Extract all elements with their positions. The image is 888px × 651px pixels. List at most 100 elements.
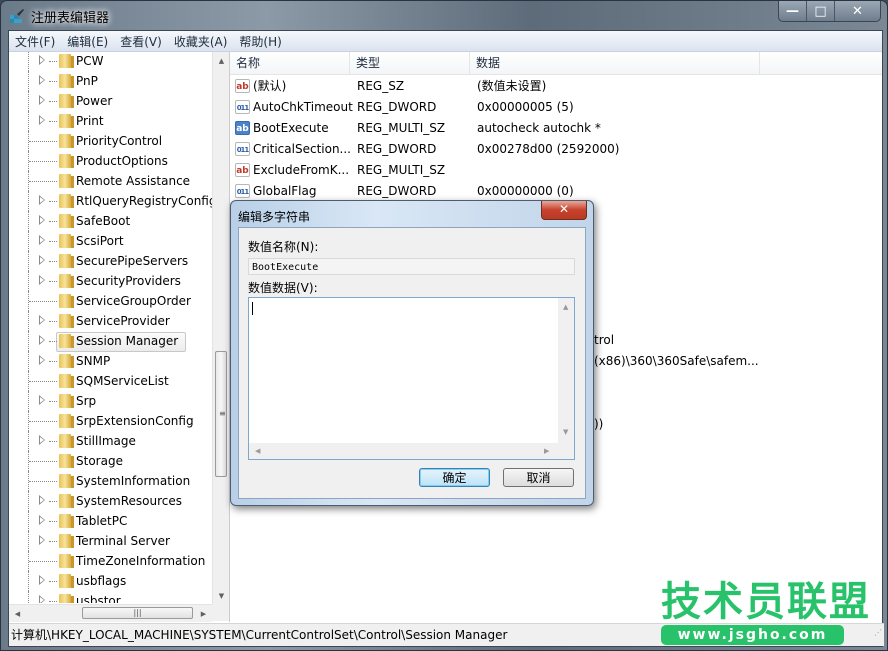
expand-arrow-icon[interactable] <box>39 75 45 85</box>
tree-line <box>49 101 57 102</box>
scroll-left-arrow-icon[interactable]: ◀ <box>9 605 26 622</box>
tree-item[interactable]: Power <box>9 91 212 111</box>
scroll-down-arrow-icon[interactable]: ▼ <box>563 428 568 436</box>
menu-view[interactable]: 查看(V) <box>114 33 168 50</box>
tree-item[interactable]: SecurityProviders <box>9 271 212 291</box>
value-row[interactable]: 011 GlobalFlag REG_DWORD 0x00000000 (0) <box>230 181 882 202</box>
value-row[interactable]: ab ExcludeFromK... REG_MULTI_SZ <box>230 160 882 181</box>
value-data-textarea[interactable]: ▲ ▼ ◀ ▶ <box>248 297 575 460</box>
tree-item-label: Srp <box>76 394 97 408</box>
tree-item[interactable]: ProductOptions <box>9 151 212 171</box>
tree-vertical-scroll-thumb[interactable]: ≡ <box>215 351 227 477</box>
expand-arrow-icon[interactable] <box>39 495 45 505</box>
cancel-button[interactable]: 取消 <box>503 468 574 487</box>
tree-item[interactable]: PriorityControl <box>9 131 212 151</box>
tree-item-label: RtlQueryRegistryConfig <box>76 194 212 208</box>
expand-arrow-icon[interactable] <box>39 335 45 345</box>
value-row[interactable]: ab (默认) REG_SZ (数值未设置) <box>230 76 882 97</box>
tree-item[interactable]: RtlQueryRegistryConfig <box>9 191 212 211</box>
folder-icon <box>59 394 74 408</box>
expand-arrow-icon[interactable] <box>39 355 45 365</box>
title-bar[interactable]: 注册表编辑器 — □ ✕ <box>1 1 887 29</box>
menu-file[interactable]: 文件(F) <box>9 33 61 50</box>
value-row[interactable]: 011 CriticalSection... REG_DWORD 0x00278d00… <box>230 139 882 160</box>
scroll-up-arrow-icon[interactable]: ▲ <box>213 52 229 69</box>
expand-arrow-icon[interactable] <box>39 435 45 445</box>
expand-arrow-icon[interactable] <box>39 275 45 285</box>
column-name[interactable]: 名称 <box>230 52 350 74</box>
tree-item[interactable]: SafeBoot <box>9 211 212 231</box>
maximize-button[interactable]: □ <box>806 1 834 21</box>
dialog-body: 数值名称(N): BootExecute 数值数据(V): ▲ ▼ ◀ ▶ 确定… <box>238 227 586 499</box>
scroll-down-arrow-icon[interactable]: ▼ <box>213 587 229 604</box>
menu-bar: 文件(F) 编辑(E) 查看(V) 收藏夹(A) 帮助(H) <box>9 31 882 52</box>
expand-arrow-icon[interactable] <box>39 595 45 603</box>
value-row[interactable]: 011 AutoChkTimeout REG_DWORD 0x00000005 (5) <box>230 97 882 118</box>
tree-item[interactable]: PnP <box>9 71 212 91</box>
menu-help[interactable]: 帮助(H) <box>233 33 287 50</box>
scroll-up-arrow-icon[interactable]: ▲ <box>563 303 568 311</box>
expand-arrow-icon[interactable] <box>39 215 45 225</box>
expand-arrow-icon[interactable] <box>39 95 45 105</box>
menu-favorites[interactable]: 收藏夹(A) <box>168 33 234 50</box>
expand-arrow-icon[interactable] <box>39 395 45 405</box>
tree-item[interactable]: StillImage <box>9 431 212 451</box>
tree-item[interactable]: Srp <box>9 391 212 411</box>
tree-item[interactable]: usbflags <box>9 571 212 591</box>
resize-grip-icon[interactable]: ⋰ <box>874 622 882 644</box>
expand-arrow-icon[interactable] <box>39 55 45 65</box>
tree-item[interactable]: TimeZoneInformation <box>9 551 212 571</box>
expand-arrow-icon[interactable] <box>39 515 45 525</box>
expand-arrow-icon[interactable] <box>39 115 45 125</box>
expand-arrow-icon[interactable] <box>39 535 45 545</box>
tree-horizontal-scroll-thumb[interactable]: ||| <box>82 607 193 619</box>
expand-arrow-icon[interactable] <box>39 235 45 245</box>
tree-item[interactable]: SystemResources <box>9 491 212 511</box>
tree-item[interactable]: Storage <box>9 451 212 471</box>
dialog-close-button[interactable]: ✕ <box>541 201 587 220</box>
folder-icon <box>59 214 74 228</box>
tree-line <box>28 211 29 231</box>
close-button[interactable]: ✕ <box>834 1 880 21</box>
tree-item[interactable]: SecurePipeServers <box>9 251 212 271</box>
textarea-horizontal-scrollbar[interactable]: ◀ ▶ <box>249 443 558 459</box>
textarea-vertical-scrollbar[interactable]: ▲ ▼ <box>558 298 574 443</box>
value-row[interactable]: ab BootExecute REG_MULTI_SZ autocheck autoc… <box>230 118 882 139</box>
folder-icon <box>59 254 74 268</box>
tree-item[interactable]: TabletPC <box>9 511 212 531</box>
expand-arrow-icon[interactable] <box>39 315 45 325</box>
tree-item[interactable]: SQMServiceList <box>9 371 212 391</box>
tree-item[interactable]: SrpExtensionConfig <box>9 411 212 431</box>
tree-line <box>28 311 29 331</box>
registry-editor-window: 注册表编辑器 — □ ✕ 文件(F) 编辑(E) 查看(V) 收藏夹(A) 帮助… <box>0 0 888 651</box>
tree-item[interactable]: ServiceGroupOrder <box>9 291 212 311</box>
folder-icon <box>59 54 74 68</box>
window-title: 注册表编辑器 <box>31 11 110 26</box>
tree-item[interactable]: Terminal Server <box>9 531 212 551</box>
expand-arrow-icon[interactable] <box>39 195 45 205</box>
tree-item[interactable]: PCW <box>9 52 212 71</box>
scroll-right-arrow-icon[interactable]: ▶ <box>195 605 212 622</box>
minimize-button[interactable]: — <box>779 1 806 21</box>
tree-item[interactable]: Session Manager <box>9 331 212 352</box>
ok-button[interactable]: 确定 <box>419 468 490 487</box>
expand-arrow-icon[interactable] <box>39 575 45 585</box>
tree-item[interactable]: ServiceProvider <box>9 311 212 331</box>
column-type[interactable]: 类型 <box>350 52 470 74</box>
menu-edit[interactable]: 编辑(E) <box>61 33 114 50</box>
tree-vertical-scrollbar[interactable]: ▲ ≡ ▼ <box>212 52 229 604</box>
column-data[interactable]: 数据 <box>470 52 760 74</box>
expand-arrow-icon[interactable] <box>39 255 45 265</box>
tree-line <box>49 521 57 522</box>
tree-item[interactable]: Remote Assistance <box>9 171 212 191</box>
tree-item[interactable]: ScsiPort <box>9 231 212 251</box>
scroll-left-arrow-icon[interactable]: ◀ <box>255 447 260 455</box>
tree-item[interactable]: SystemInformation <box>9 471 212 491</box>
tree-item[interactable]: usbstor <box>9 591 212 603</box>
scrollbar-corner <box>558 443 574 459</box>
tree-item[interactable]: SNMP <box>9 351 212 371</box>
tree-line <box>29 381 57 382</box>
tree-item[interactable]: Print <box>9 111 212 131</box>
tree-horizontal-scrollbar[interactable]: ◀ ||| ▶ <box>9 604 212 622</box>
scroll-right-arrow-icon[interactable]: ▶ <box>544 447 549 455</box>
